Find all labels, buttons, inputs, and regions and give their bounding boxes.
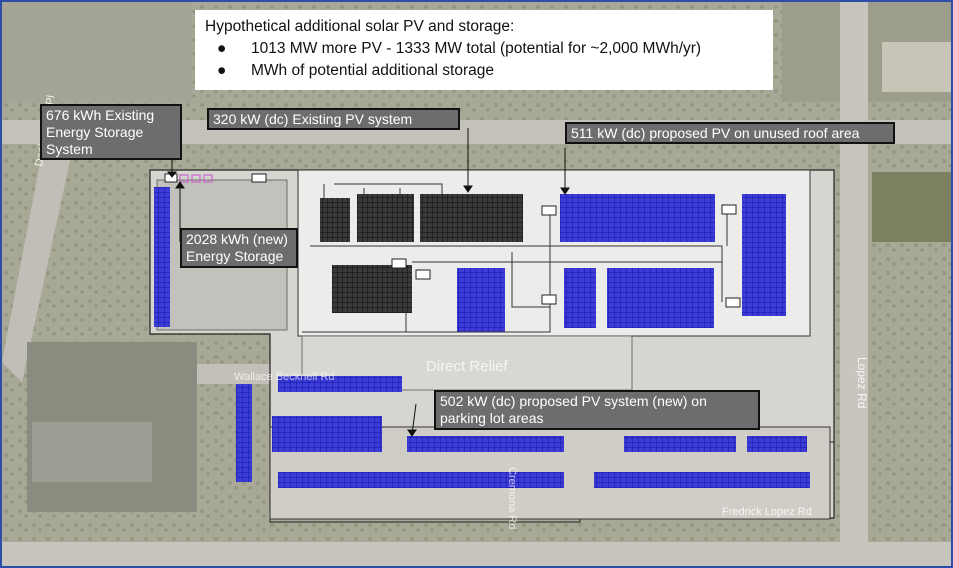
proposed-pv-array xyxy=(624,436,736,452)
existing-pv-array xyxy=(420,194,523,242)
proposed-pv-array xyxy=(457,268,505,332)
proposed-pv-array xyxy=(154,187,170,327)
proposed-pv-array xyxy=(564,268,596,328)
legend-bullet: ● MWh of potential additional storage xyxy=(217,60,763,82)
building-name-label: Direct Relief xyxy=(426,358,509,375)
callout-new-storage: 2028 kWh (new) Energy Storage xyxy=(180,228,298,268)
legend-bullet-text: MWh of potential additional storage xyxy=(251,62,494,79)
street-label-center: Cremona Rd xyxy=(506,467,518,529)
inverter-box xyxy=(391,258,407,269)
callout-proposed-roof-pv: 511 kW (dc) proposed PV on unused roof a… xyxy=(565,122,895,144)
legend-bullet: ● 1013 MW more PV - 1333 MW total (potent… xyxy=(217,38,763,60)
proposed-pv-array xyxy=(594,472,810,488)
bullet-icon: ● xyxy=(217,62,227,79)
proposed-pv-array xyxy=(236,384,252,482)
northwest-lot xyxy=(2,2,192,102)
inverter-box xyxy=(541,294,557,305)
proposed-pv-array xyxy=(278,472,564,488)
existing-pv-array xyxy=(332,265,412,313)
existing-pv-array xyxy=(320,198,350,242)
proposed-pv-array xyxy=(742,194,786,316)
south-road xyxy=(2,542,951,566)
callout-existing-storage: 676 kWh Existing Energy Storage System xyxy=(40,104,182,160)
proposed-pv-array xyxy=(607,268,714,328)
proposed-pv-array xyxy=(747,436,807,452)
bullet-icon: ● xyxy=(217,40,227,57)
street-label-south: Fredrick Lopez Rd xyxy=(722,506,812,518)
street-label-mid: Wallace Becknell Rd xyxy=(234,371,334,383)
proposed-pv-array xyxy=(407,436,564,452)
inverter-box xyxy=(725,297,741,308)
proposed-pv-array xyxy=(560,194,715,242)
tree-cluster xyxy=(872,172,951,242)
legend-title: Hypothetical additional solar PV and sto… xyxy=(205,18,515,35)
proposed-pv-array xyxy=(272,416,382,452)
site-map: Direct Relief Danbo Love Pl Lopez Rd Wal… xyxy=(0,0,953,568)
inverter-box xyxy=(541,205,557,216)
street-label-east: Lopez Rd xyxy=(855,357,869,408)
inverter-box xyxy=(251,173,267,183)
east-buildings xyxy=(882,42,951,92)
legend-bullet-text: 1013 MW more PV - 1333 MW total (potenti… xyxy=(251,40,702,57)
east-road xyxy=(840,2,868,566)
inverter-box xyxy=(721,204,737,215)
inverter-box xyxy=(415,269,431,280)
callout-proposed-parking-pv: 502 kW (dc) proposed PV system (new) on … xyxy=(434,390,760,430)
legend-bullets: ● 1013 MW more PV - 1333 MW total (potent… xyxy=(205,38,763,82)
callout-existing-pv: 320 kW (dc) Existing PV system xyxy=(207,108,460,130)
west-parking xyxy=(32,422,152,482)
existing-pv-array xyxy=(357,194,414,242)
legend-box: Hypothetical additional solar PV and sto… xyxy=(195,10,773,90)
